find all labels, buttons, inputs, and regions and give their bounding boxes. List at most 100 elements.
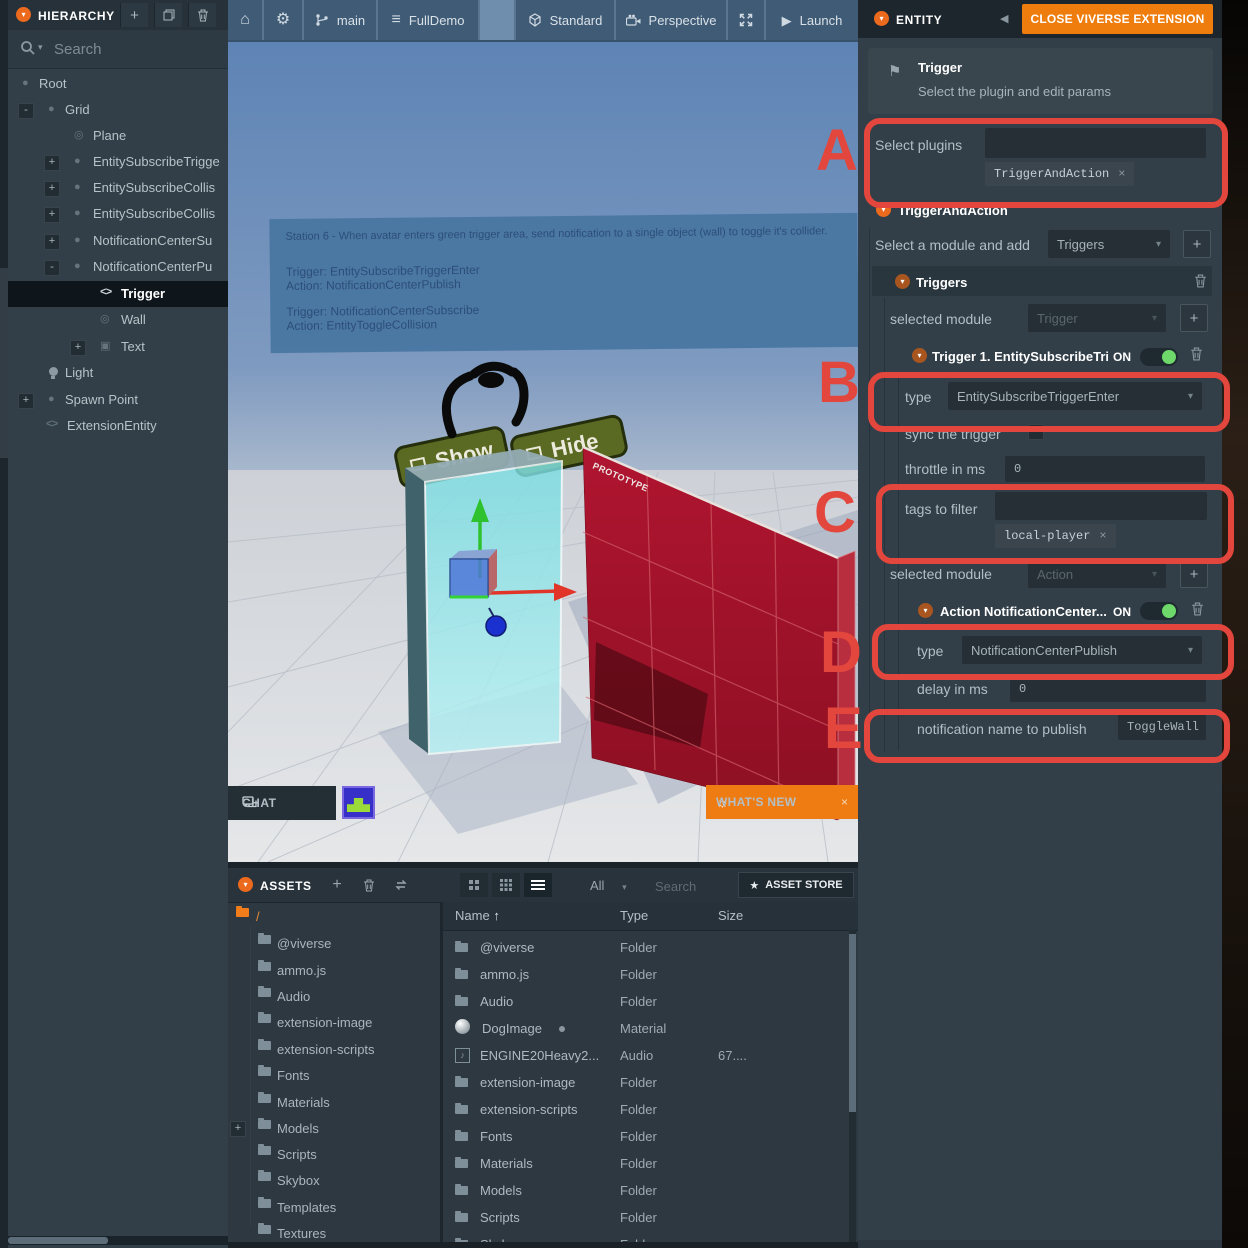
- asset-row[interactable]: extension-imageFolder: [443, 1070, 851, 1096]
- launch-button[interactable]: ▶ Launch: [766, 0, 858, 40]
- asset-row[interactable]: extension-scriptsFolder: [443, 1097, 851, 1123]
- column-size[interactable]: Size: [718, 908, 743, 923]
- folder-root[interactable]: /: [228, 904, 438, 930]
- expand-toggle[interactable]: +: [230, 1121, 246, 1137]
- select-plugins-input[interactable]: [985, 128, 1206, 158]
- tree-item-grid[interactable]: - ● Grid: [8, 97, 228, 123]
- branch-button[interactable]: main: [304, 0, 376, 40]
- asset-row[interactable]: MaterialsFolder: [443, 1151, 851, 1177]
- delay-input[interactable]: [1010, 676, 1206, 702]
- folder-item-models[interactable]: + Models: [228, 1116, 438, 1142]
- asset-row[interactable]: ammo.jsFolder: [443, 962, 851, 988]
- action-enabled-toggle[interactable]: [1140, 602, 1178, 620]
- hierarchy-search-input[interactable]: [52, 37, 216, 61]
- reimport-asset-button[interactable]: [388, 873, 414, 897]
- tree-item-entitysubscribecollision-1[interactable]: + ● EntitySubscribeCollis: [8, 175, 228, 201]
- collapse-toggle[interactable]: -: [18, 103, 34, 119]
- asset-search-input[interactable]: [653, 874, 735, 898]
- tags-filter-input[interactable]: [995, 492, 1207, 520]
- gizmo-cube-front[interactable]: [450, 559, 488, 597]
- scrollbar-thumb[interactable]: [8, 1237, 108, 1244]
- selected-action-dropdown[interactable]: Action ▾: [1028, 560, 1166, 588]
- column-type[interactable]: Type: [620, 908, 648, 923]
- plugin-tag-chip[interactable]: TriggerAndAction ×: [985, 162, 1134, 186]
- whats-new-button[interactable]: ☼ WHAT'S NEW ×: [706, 785, 858, 819]
- folder-item[interactable]: Templates: [228, 1195, 438, 1221]
- search-filter-caret[interactable]: ▾: [38, 42, 43, 53]
- close-extension-button[interactable]: CLOSE VIVERSE EXTENSION: [1022, 4, 1213, 34]
- view-large-grid-button[interactable]: [460, 873, 488, 897]
- delete-action-button[interactable]: [1191, 602, 1204, 616]
- tree-item-plane[interactable]: ◎ Plane: [8, 123, 228, 149]
- asset-row[interactable]: AudioFolder: [443, 989, 851, 1015]
- asset-store-button[interactable]: ★ ASSET STORE: [738, 872, 854, 898]
- collapse-panel-icon[interactable]: ◀: [1000, 12, 1008, 25]
- tree-item-notificationcenterpublish[interactable]: - ● NotificationCenterPu: [8, 254, 228, 280]
- gizmo-sphere-handle[interactable]: [486, 616, 506, 636]
- asset-row-audio[interactable]: ♪ENGINE20Heavy2...Audio67....: [443, 1043, 851, 1069]
- folder-item[interactable]: Skybox: [228, 1168, 438, 1194]
- tree-item-light[interactable]: Light: [8, 360, 228, 386]
- delete-triggers-button[interactable]: [1194, 274, 1207, 288]
- add-trigger-button[interactable]: +: [1180, 304, 1208, 332]
- action-item-chevron-icon[interactable]: ▾: [918, 603, 933, 618]
- render-mode-button[interactable]: Standard: [516, 0, 614, 40]
- tree-item-entitysubscribetrigger[interactable]: + ● EntitySubscribeTrigge: [8, 149, 228, 175]
- tree-item-root[interactable]: ● Root: [8, 71, 228, 97]
- expand-toggle[interactable]: +: [18, 393, 34, 409]
- viewport[interactable]: Show Hide PROTOTYPE: [228, 0, 858, 868]
- file-list-scrollbar[interactable]: [849, 930, 856, 1248]
- asset-row[interactable]: ScriptsFolder: [443, 1205, 851, 1231]
- folder-item[interactable]: @viverse: [228, 931, 438, 957]
- folder-item[interactable]: extension-image: [228, 1010, 438, 1036]
- camera-button[interactable]: Perspective: [616, 0, 726, 40]
- section-chevron-icon[interactable]: ▾: [876, 202, 891, 217]
- folder-item[interactable]: extension-scripts: [228, 1037, 438, 1063]
- module-dropdown[interactable]: Triggers ▾: [1048, 230, 1170, 258]
- folder-item[interactable]: Fonts: [228, 1063, 438, 1089]
- sync-trigger-checkbox[interactable]: [1028, 424, 1044, 440]
- tree-item-entitysubscribecollision-2[interactable]: + ● EntitySubscribeCollis: [8, 201, 228, 227]
- add-entity-button[interactable]: +: [120, 3, 148, 27]
- assets-menu-icon[interactable]: ▾: [238, 877, 253, 892]
- tree-item-text[interactable]: + ▣ Text: [8, 334, 228, 360]
- trigger-volume[interactable]: [405, 449, 562, 754]
- tree-item-notificationcentersubscribe[interactable]: + ● NotificationCenterSu: [8, 228, 228, 254]
- pixel-art-badge[interactable]: [342, 786, 375, 819]
- hierarchy-hscrollbar[interactable]: [8, 1236, 228, 1245]
- column-name[interactable]: Name ↑: [455, 908, 500, 923]
- scene-button[interactable]: ≡ FullDemo: [378, 0, 478, 40]
- delete-asset-button[interactable]: [356, 873, 382, 897]
- add-module-button[interactable]: +: [1183, 230, 1211, 258]
- expand-toggle[interactable]: +: [44, 155, 60, 171]
- trigger-type-dropdown[interactable]: EntitySubscribeTriggerEnter ▾: [948, 382, 1202, 410]
- trigger-item-chevron-icon[interactable]: ▾: [912, 348, 927, 363]
- tree-item-trigger-selected[interactable]: <> Trigger: [8, 281, 228, 307]
- gizmo-x-axis[interactable]: [490, 591, 560, 593]
- asset-row-material[interactable]: DogImageMaterial: [443, 1016, 851, 1042]
- settings-button[interactable]: ⚙: [264, 0, 302, 40]
- asset-row[interactable]: FontsFolder: [443, 1124, 851, 1150]
- selected-module-dropdown[interactable]: Trigger ▾: [1028, 304, 1166, 332]
- hierarchy-menu-icon[interactable]: ▾: [16, 7, 31, 22]
- tree-item-wall[interactable]: ◎ Wall: [8, 307, 228, 333]
- notification-name-input[interactable]: [1118, 714, 1206, 740]
- section-chevron-icon[interactable]: ▾: [895, 274, 910, 289]
- delete-entity-button[interactable]: [188, 3, 216, 27]
- scrollbar-thumb[interactable]: [849, 934, 856, 1112]
- folder-item[interactable]: Audio: [228, 984, 438, 1010]
- folder-item[interactable]: Materials: [228, 1090, 438, 1116]
- home-button[interactable]: ⌂: [228, 0, 262, 40]
- view-list-button[interactable]: [524, 873, 552, 897]
- close-icon[interactable]: ×: [841, 795, 848, 809]
- throttle-input[interactable]: [1005, 456, 1205, 482]
- folder-item[interactable]: ammo.js: [228, 958, 438, 984]
- asset-row[interactable]: @viverseFolder: [443, 935, 851, 961]
- entity-menu-icon[interactable]: ▾: [874, 11, 889, 26]
- trigger-enabled-toggle[interactable]: [1140, 348, 1178, 366]
- collapse-toggle[interactable]: -: [44, 260, 60, 276]
- folder-item[interactable]: Scripts: [228, 1142, 438, 1168]
- add-action-button[interactable]: +: [1180, 560, 1208, 588]
- expand-toggle[interactable]: +: [44, 207, 60, 223]
- remove-tag-icon[interactable]: ×: [1118, 167, 1125, 181]
